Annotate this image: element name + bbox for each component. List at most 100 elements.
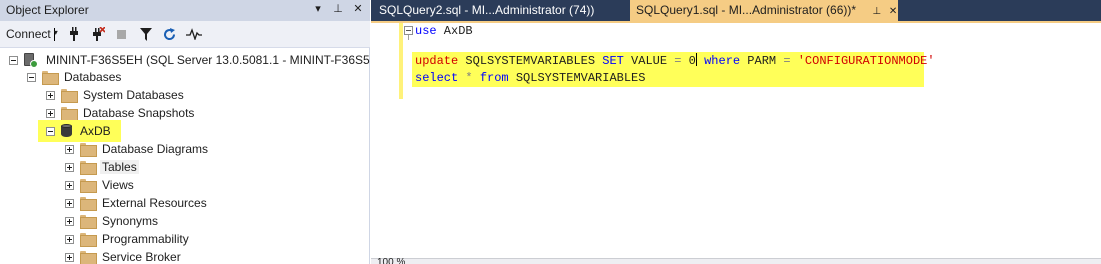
database-diagrams-label: Database Diagrams — [102, 142, 209, 156]
keyword: use — [415, 24, 437, 38]
pin-icon[interactable]: ⊥ — [872, 6, 881, 17]
panel-dropdown-icon[interactable]: ▾ — [312, 2, 324, 15]
tree-node-synonyms[interactable]: Synonyms — [65, 212, 160, 230]
folder-icon — [80, 215, 97, 229]
refresh-icon[interactable] — [161, 24, 179, 44]
collapse-icon[interactable] — [27, 72, 36, 82]
collapse-icon[interactable] — [46, 126, 55, 136]
identifier: SQLSYSTEMVARIABLES — [458, 54, 603, 68]
tab-sqlquery1[interactable]: SQLQuery1.sql - MI...Administrator (66))… — [630, 0, 898, 21]
expand-icon[interactable] — [65, 252, 74, 262]
expand-icon[interactable] — [65, 162, 74, 172]
close-icon[interactable]: ✕ — [889, 6, 897, 17]
identifier: VALUE — [623, 54, 675, 68]
tree-node-axdb[interactable]: AxDB — [38, 120, 121, 142]
folder-icon — [61, 89, 78, 103]
databases-label: Databases — [64, 70, 122, 84]
keyword: from — [479, 71, 509, 85]
expand-icon[interactable] — [65, 198, 74, 208]
tab-label: SQLQuery2.sql - MI...Administrator (74)) — [379, 3, 595, 17]
connect-button[interactable]: Connect ▾ — [6, 24, 59, 44]
keyword: update — [415, 54, 459, 68]
tab-sqlquery2[interactable]: SQLQuery2.sql - MI...Administrator (74)) — [373, 0, 627, 21]
tree-node-databases[interactable]: Databases — [27, 68, 123, 86]
expand-icon[interactable] — [46, 90, 55, 100]
code-line-4: select * from SQLSYSTEMVARIABLES — [415, 70, 645, 87]
connect-icon[interactable] — [65, 24, 83, 44]
operator: * — [458, 71, 480, 85]
stop-icon[interactable] — [113, 24, 131, 44]
change-marker — [399, 23, 403, 99]
collapse-icon[interactable] — [9, 55, 18, 65]
operator: = — [783, 54, 791, 68]
views-label: Views — [102, 178, 134, 192]
object-explorer-title: Object Explorer — [6, 3, 89, 17]
folder-icon — [80, 179, 97, 193]
keyword: select — [415, 71, 459, 85]
activity-monitor-icon[interactable] — [185, 24, 203, 44]
folder-icon — [42, 71, 59, 85]
folder-icon — [80, 233, 97, 247]
server-label: MININT-F36S5EH (SQL Server 13.0.5081.1 -… — [46, 53, 370, 67]
pin-icon[interactable]: ⊥ — [332, 2, 344, 15]
database-icon — [61, 124, 72, 138]
identifier: SQLSYSTEMVARIABLES — [508, 71, 646, 85]
panel-controls: ▾ ⊥ ✕ — [312, 2, 364, 15]
chevron-down-icon: ▾ — [53, 27, 58, 41]
expand-icon[interactable] — [46, 108, 55, 118]
tree-node-server[interactable]: MININT-F36S5EH (SQL Server 13.0.5081.1 -… — [9, 51, 370, 69]
expand-icon[interactable] — [65, 144, 74, 154]
object-explorer-panel: Object Explorer ▾ ⊥ ✕ Connect ▾ MININT-F… — [0, 0, 370, 264]
disconnect-icon[interactable] — [89, 24, 107, 44]
folder-icon — [80, 197, 97, 211]
folder-icon — [80, 143, 97, 157]
connect-label: Connect — [6, 27, 51, 41]
literal: 0 — [681, 54, 696, 68]
tree-node-service-broker[interactable]: Service Broker — [65, 248, 183, 264]
code-line-3: update SQLSYSTEMVARIABLES SET VALUE = 0 … — [415, 53, 935, 70]
identifier: PARM — [740, 54, 784, 68]
zoom-level[interactable]: 100 % — [377, 258, 405, 264]
folder-icon — [80, 251, 97, 264]
keyword: where — [696, 54, 741, 68]
document-tab-strip: SQLQuery2.sql - MI...Administrator (74))… — [371, 0, 1101, 21]
outline-line — [408, 35, 409, 40]
tree-node-programmability[interactable]: Programmability — [65, 230, 191, 248]
tab-label: SQLQuery1.sql - MI...Administrator (66))… — [636, 3, 857, 17]
query-editor: SQLQuery2.sql - MI...Administrator (74))… — [371, 0, 1101, 264]
tree-node-tables[interactable]: Tables — [65, 158, 139, 176]
close-icon[interactable]: ✕ — [352, 2, 364, 15]
tree-node-database-diagrams[interactable]: Database Diagrams — [65, 140, 210, 158]
service-broker-label: Service Broker — [102, 250, 181, 264]
server-icon — [24, 52, 38, 68]
editor-status-bar: 100 % — [371, 258, 1101, 264]
object-explorer-tree: MININT-F36S5EH (SQL Server 13.0.5081.1 -… — [0, 50, 370, 264]
tab-controls: ⊥ ✕ — [867, 6, 897, 17]
object-explorer-toolbar: Connect ▾ — [0, 21, 370, 48]
string-literal: 'CONFIGURATIONMODE' — [797, 54, 935, 68]
tree-node-system-databases[interactable]: System Databases — [46, 86, 186, 104]
axdb-highlight: AxDB — [38, 120, 121, 142]
external-resources-label: External Resources — [102, 196, 207, 210]
expand-icon[interactable] — [65, 234, 74, 244]
identifier: AxDB — [436, 24, 473, 38]
folder-icon — [80, 161, 97, 175]
code-editor[interactable]: use AxDB update SQLSYSTEMVARIABLES SET V… — [371, 23, 1101, 258]
filter-icon[interactable] — [137, 24, 155, 44]
database-snapshots-label: Database Snapshots — [83, 106, 195, 120]
synonyms-label: Synonyms — [102, 214, 159, 228]
code-line-1: use AxDB — [415, 23, 473, 40]
tree-node-external-resources[interactable]: External Resources — [65, 194, 209, 212]
programmability-label: Programmability — [102, 232, 189, 246]
axdb-label: AxDB — [80, 124, 111, 138]
keyword: SET — [602, 54, 624, 68]
system-databases-label: System Databases — [83, 88, 184, 102]
tree-node-views[interactable]: Views — [65, 176, 136, 194]
tables-label: Tables — [100, 160, 139, 174]
expand-icon[interactable] — [65, 180, 74, 190]
collapse-icon[interactable] — [404, 26, 413, 35]
folder-icon — [61, 107, 78, 121]
object-explorer-title-bar: Object Explorer ▾ ⊥ ✕ — [0, 0, 370, 21]
expand-icon[interactable] — [65, 216, 74, 226]
